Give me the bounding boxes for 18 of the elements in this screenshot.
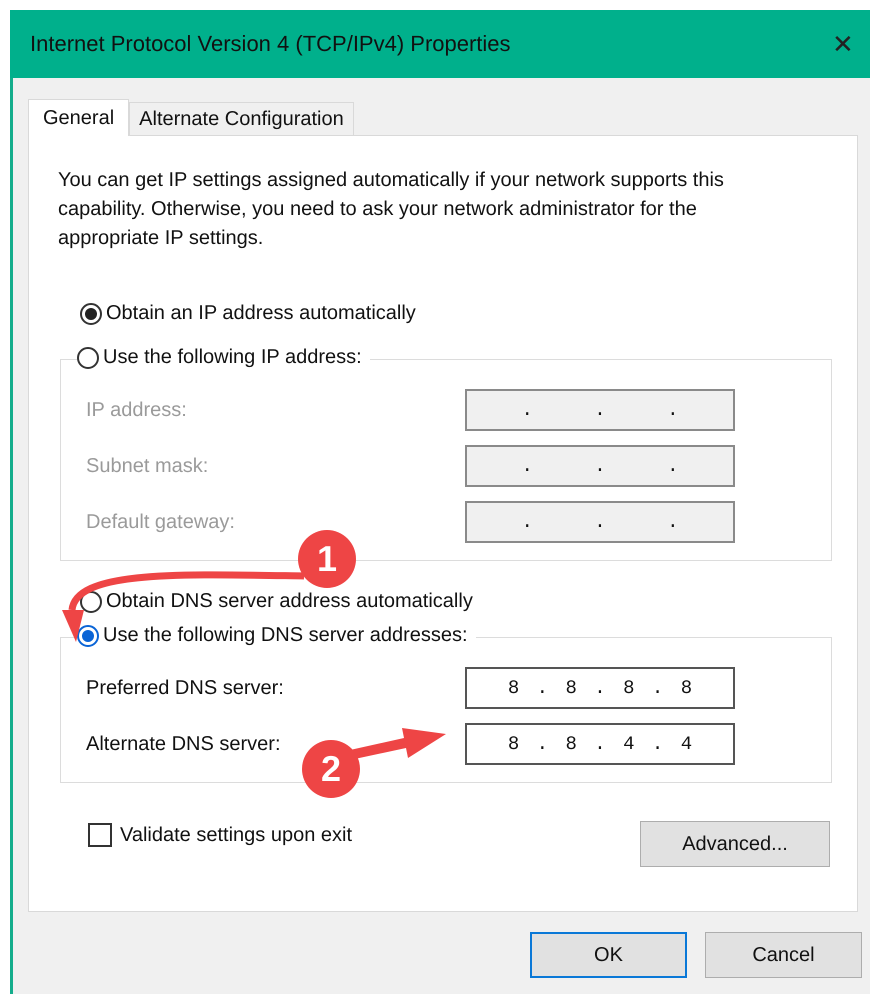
description-text: You can get IP settings assigned automatically if your network supports this capability. Otherwise, you need to ask your network administrator for the appropriate IP settings.: [58, 168, 725, 251]
window-title: Internet Protocol Version 4 (TCP/IPv4) Properties: [30, 31, 511, 57]
tab[interactable]: General: [28, 99, 130, 136]
field-label: IP address:: [86, 398, 187, 422]
radio-option[interactable]: Use the following IP address:: [77, 346, 370, 369]
advanced-button[interactable]: Advanced...: [640, 821, 830, 867]
radio-option[interactable]: Use the following DNS server addresses:: [77, 624, 476, 647]
field-label: Default gateway:: [86, 510, 235, 534]
ok-button[interactable]: OK: [530, 932, 687, 978]
validate-checkbox[interactable]: Validate settings upon exit: [88, 823, 352, 847]
cancel-button[interactable]: Cancel: [705, 932, 862, 978]
field-label: Preferred DNS server:: [86, 676, 284, 700]
field-label: Subnet mask:: [86, 454, 208, 478]
field-label: Alternate DNS server:: [86, 732, 281, 756]
close-button[interactable]: ✕: [828, 28, 858, 60]
tab[interactable]: Alternate Configuration: [129, 102, 354, 135]
ip-address-field[interactable]: 8 . 8 . 4 . 4: [465, 723, 735, 765]
ip-address-field[interactable]: 8 . 8 . 8 . 8: [465, 667, 735, 709]
